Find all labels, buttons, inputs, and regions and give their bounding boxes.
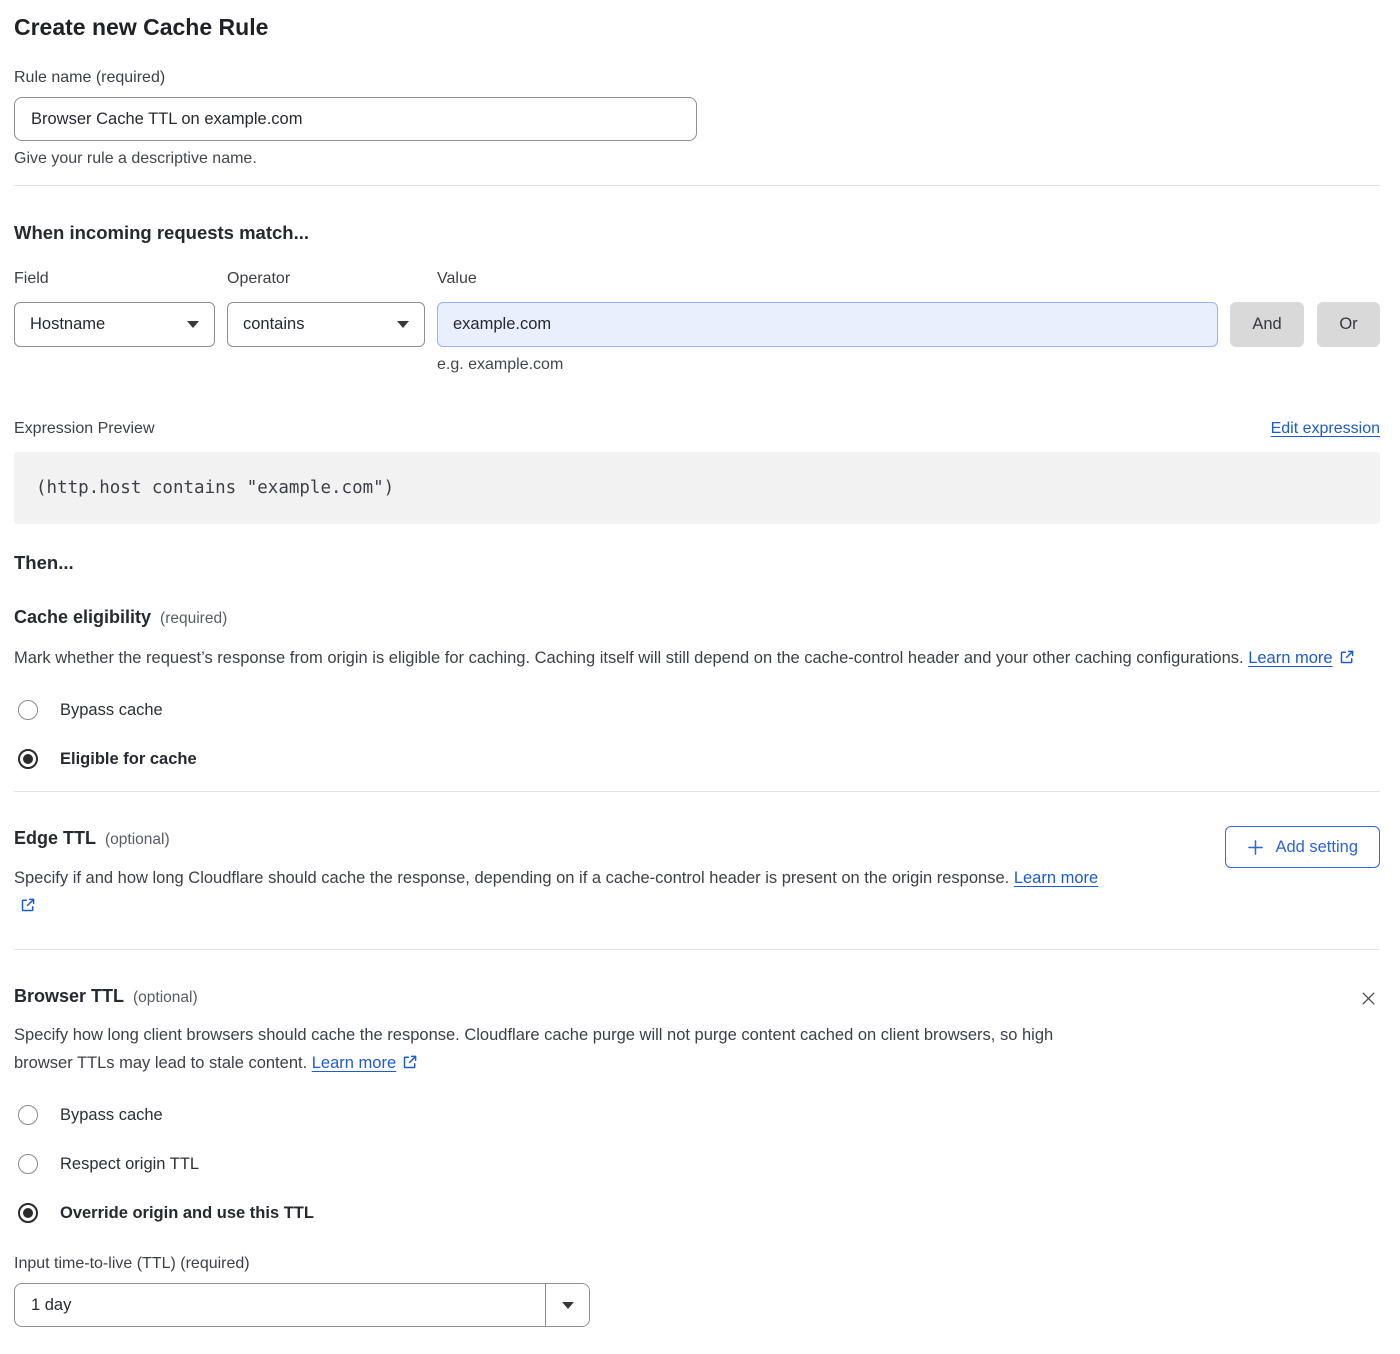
- radio-selected-icon[interactable]: [18, 749, 38, 769]
- field-label: Field: [14, 269, 215, 288]
- radio-option-eligible-for-cache[interactable]: Eligible for cache: [14, 748, 1380, 770]
- value-input[interactable]: [437, 302, 1218, 347]
- radio-option-override-origin-ttl[interactable]: Override origin and use this TTL: [14, 1202, 1380, 1224]
- or-button[interactable]: Or: [1317, 302, 1380, 347]
- browser-ttl-qualifier: (optional): [133, 989, 198, 1006]
- external-link-icon: [1339, 646, 1355, 674]
- add-setting-button[interactable]: Add setting: [1225, 826, 1380, 868]
- ttl-input-label: Input time-to-live (TTL) (required): [14, 1254, 1380, 1273]
- browser-ttl-heading: Browser TTL: [14, 986, 124, 1006]
- chevron-down-icon: [187, 321, 199, 328]
- radio-selected-icon[interactable]: [18, 1203, 38, 1223]
- edge-ttl-description-text: Specify if and how long Cloudflare shoul…: [14, 869, 1014, 887]
- value-helper: e.g. example.com: [437, 355, 1218, 374]
- radio-icon[interactable]: [18, 1154, 38, 1174]
- remove-browser-ttl-button[interactable]: [1357, 987, 1379, 1009]
- match-condition-row: Field Hostname Operator contains Value e…: [14, 269, 1380, 374]
- rule-name-input[interactable]: [14, 97, 697, 141]
- section-divider: [14, 949, 1380, 950]
- browser-ttl-description: Specify how long client browsers should …: [14, 1021, 1106, 1079]
- expression-header: Expression Preview Edit expression: [14, 419, 1380, 438]
- edge-ttl-qualifier: (optional): [105, 831, 170, 848]
- expression-preview-label: Expression Preview: [14, 419, 155, 438]
- edge-ttl-heading: Edge TTL: [14, 828, 96, 848]
- radio-option-label: Bypass cache: [60, 699, 163, 721]
- ttl-select[interactable]: 1 day: [14, 1283, 590, 1327]
- cache-eligibility-qualifier: (required): [160, 610, 227, 627]
- edit-expression-link[interactable]: Edit expression: [1271, 420, 1380, 438]
- field-select[interactable]: Hostname: [14, 302, 215, 347]
- radio-icon[interactable]: [18, 700, 38, 720]
- cache-eligibility-description: Mark whether the request’s response from…: [14, 644, 1359, 674]
- value-label: Value: [437, 269, 1218, 288]
- rule-name-label: Rule name (required): [14, 68, 1380, 87]
- then-heading: Then...: [14, 552, 1380, 574]
- close-icon: [1359, 989, 1378, 1008]
- cache-eligibility-section: Cache eligibility (required) Mark whether…: [14, 606, 1380, 770]
- external-link-icon: [20, 894, 36, 922]
- browser-ttl-learn-more-link[interactable]: Learn more: [312, 1054, 396, 1072]
- section-divider: [14, 185, 1380, 186]
- chevron-down-icon: [562, 1302, 574, 1309]
- browser-ttl-section: Browser TTL (optional) Specify how long c…: [14, 985, 1380, 1327]
- add-setting-label: Add setting: [1275, 838, 1358, 857]
- cache-eligibility-learn-more-link[interactable]: Learn more: [1248, 649, 1332, 667]
- operator-label: Operator: [227, 269, 425, 288]
- edge-ttl-section: Edge TTL (optional) Add setting Specify i…: [14, 827, 1380, 922]
- match-heading: When incoming requests match...: [14, 222, 1380, 244]
- radio-option-bypass-cache[interactable]: Bypass cache: [14, 699, 1380, 721]
- ttl-select-value: 1 day: [15, 1284, 545, 1326]
- section-divider: [14, 791, 1380, 792]
- radio-option-label: Bypass cache: [60, 1104, 163, 1126]
- and-button[interactable]: And: [1230, 302, 1304, 347]
- radio-option-label: Eligible for cache: [60, 748, 197, 770]
- edge-ttl-learn-more-link[interactable]: Learn more: [1014, 869, 1098, 887]
- radio-option-label: Respect origin TTL: [60, 1153, 199, 1175]
- edge-ttl-description: Specify if and how long Cloudflare shoul…: [14, 864, 1119, 922]
- radio-icon[interactable]: [18, 1105, 38, 1125]
- create-cache-rule-form: Create new Cache Rule Rule name (require…: [0, 0, 1400, 1345]
- page-title: Create new Cache Rule: [14, 12, 1380, 42]
- chevron-down-icon: [397, 321, 409, 328]
- expression-code-block: (http.host contains "example.com"): [14, 452, 1380, 524]
- ttl-select-arrow-button[interactable]: [545, 1284, 589, 1326]
- rule-name-helper: Give your rule a descriptive name.: [14, 149, 1380, 168]
- radio-option-label: Override origin and use this TTL: [60, 1202, 314, 1224]
- plus-icon: [1247, 839, 1264, 856]
- cache-eligibility-description-text: Mark whether the request’s response from…: [14, 649, 1248, 667]
- operator-select-value: contains: [243, 315, 304, 334]
- external-link-icon: [402, 1051, 418, 1079]
- operator-select[interactable]: contains: [227, 302, 425, 347]
- cache-eligibility-heading: Cache eligibility: [14, 607, 151, 627]
- radio-option-bypass-cache-browser[interactable]: Bypass cache: [14, 1104, 1380, 1126]
- browser-ttl-description-text: Specify how long client browsers should …: [14, 1026, 1053, 1072]
- field-select-value: Hostname: [30, 315, 105, 334]
- radio-option-respect-origin-ttl[interactable]: Respect origin TTL: [14, 1153, 1380, 1175]
